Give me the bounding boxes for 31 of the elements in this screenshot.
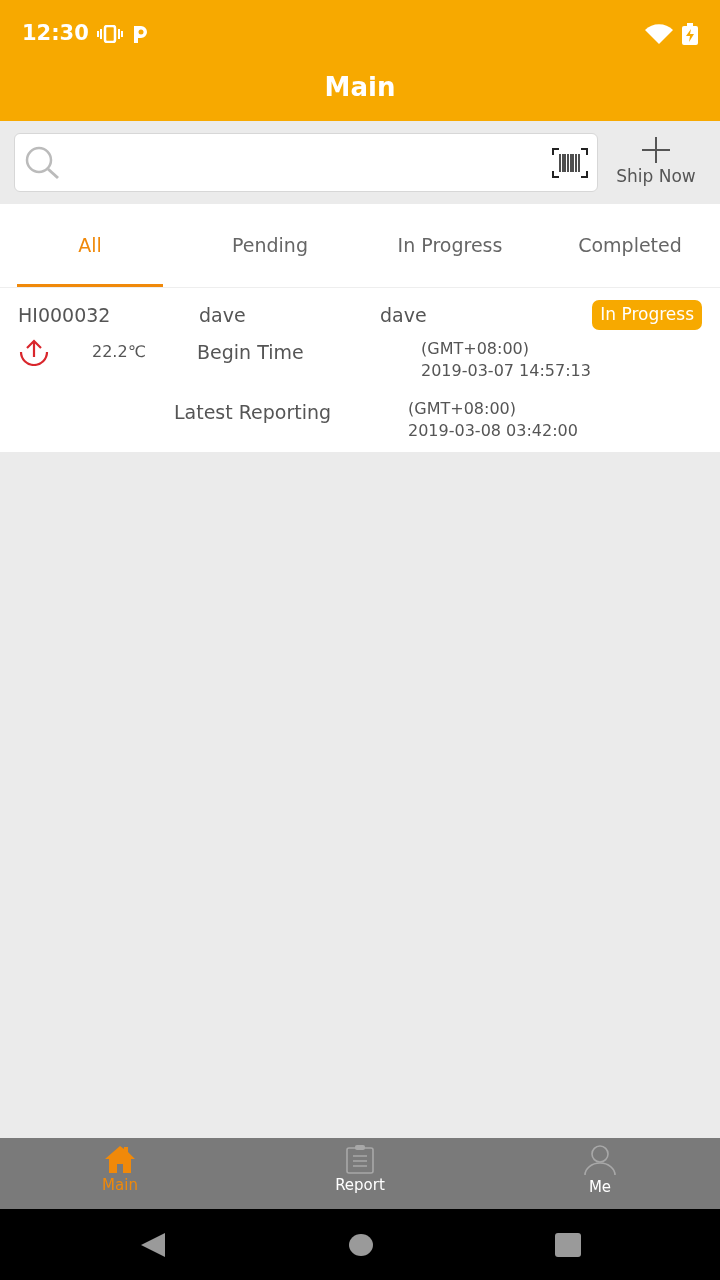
begin-time-label: Begin Time: [197, 339, 305, 365]
clipboard-icon: [345, 1144, 375, 1174]
ship-now-button[interactable]: Ship Now: [606, 135, 706, 190]
timezone-text: (GMT+08:00): [408, 397, 517, 420]
shipment-sender: dave: [199, 302, 247, 328]
tab[interactable]: In Progress: [360, 204, 540, 287]
home-button-icon[interactable]: [348, 1232, 374, 1257]
house-icon: [103, 1144, 137, 1174]
search-field[interactable]: [14, 133, 598, 192]
barcode-scan-icon[interactable]: [551, 145, 589, 180]
tab[interactable]: Completed: [540, 204, 720, 287]
nav-tab[interactable]: Me: [480, 1138, 720, 1209]
screen-title: Main: [324, 72, 396, 102]
upload-icon: [18, 337, 50, 366]
plus-icon: [640, 135, 672, 164]
status-time: 12:30: [22, 20, 89, 48]
latest-reporting-label: Latest Reporting: [174, 399, 333, 425]
shipment-id: HI000032: [18, 302, 112, 328]
nav-tab[interactable]: Report: [240, 1138, 480, 1209]
battery-icon: [682, 23, 698, 45]
begin-time-value: 2019-03-07 14:57:13: [421, 359, 591, 382]
vibrate-icon: [96, 25, 123, 43]
temperature-reading: 22.2℃: [92, 340, 147, 363]
latest-time-value: 2019-03-08 03:42:00: [408, 419, 578, 442]
recents-icon[interactable]: [555, 1232, 582, 1257]
tab[interactable]: Pending: [180, 204, 360, 287]
wifi-icon: [644, 24, 674, 44]
timezone-text: (GMT+08:00): [421, 337, 530, 360]
status-badge: In Progress: [592, 300, 702, 330]
person-icon: [583, 1144, 617, 1176]
shipment-receiver: dave: [380, 302, 427, 328]
